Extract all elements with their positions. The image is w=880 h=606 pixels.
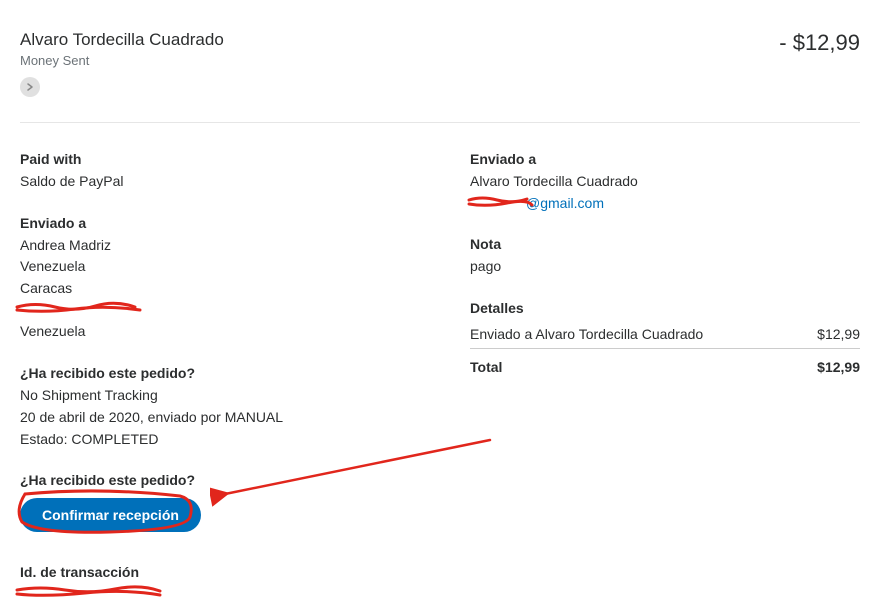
received-question-1: ¿Ha recibido este pedido? — [20, 365, 410, 381]
header-left: Alvaro Tordecilla Cuadrado Money Sent — [20, 30, 224, 97]
total-label: Total — [470, 359, 502, 375]
sent-to-name: Alvaro Tordecilla Cuadrado — [470, 171, 860, 193]
transaction-header: Alvaro Tordecilla Cuadrado Money Sent - … — [20, 30, 860, 123]
sent-to-title: Enviado a — [470, 151, 860, 167]
address-name: Andrea Madriz — [20, 235, 410, 257]
address-city: Caracas — [20, 278, 410, 300]
address-district-line: DISTRITO CAPITAL — [20, 300, 410, 322]
paid-with-section: Paid with Saldo de PayPal — [20, 151, 410, 193]
expand-chevron-icon[interactable] — [20, 77, 40, 97]
details-line-amount: $12,99 — [817, 326, 860, 342]
shipping-address-body: Andrea Madriz Venezuela Caracas DISTRITO… — [20, 235, 410, 343]
note-title: Nota — [470, 236, 860, 252]
transaction-id-title: Id. de transacción — [20, 564, 410, 580]
details-line-text: Enviado a Alvaro Tordecilla Cuadrado — [470, 326, 703, 342]
paid-with-title: Paid with — [20, 151, 410, 167]
transaction-id-section: Id. de transacción 9M17202TC5260080U — [20, 564, 410, 606]
right-column: Enviado a Alvaro Tordecilla Cuadrado xxx… — [470, 151, 860, 606]
details-title: Detalles — [470, 300, 860, 316]
sent-to-email-link[interactable]: @gmail.com — [526, 195, 604, 211]
content-columns: Paid with Saldo de PayPal Enviado a Andr… — [20, 151, 860, 606]
confirm-reception-section: ¿Ha recibido este pedido? Confirmar rece… — [20, 472, 410, 550]
sent-to-body: Alvaro Tordecilla Cuadrado xxxxxxxx@gmai… — [470, 171, 860, 214]
tracking-state: Estado: COMPLETED — [20, 429, 410, 451]
note-value: pago — [470, 256, 860, 278]
total-amount: $12,99 — [817, 359, 860, 375]
received-question-2: ¿Ha recibido este pedido? — [20, 472, 410, 488]
transaction-id-line: 9M17202TC5260080U — [20, 584, 410, 606]
shipment-status-section: ¿Ha recibido este pedido? No Shipment Tr… — [20, 365, 410, 450]
shipment-status-body: No Shipment Tracking 20 de abril de 2020… — [20, 385, 410, 450]
confirm-reception-button[interactable]: Confirmar recepción — [20, 498, 201, 532]
recipient-name: Alvaro Tordecilla Cuadrado — [20, 30, 224, 50]
sent-to-email-line: xxxxxxxx@gmail.com — [470, 193, 860, 215]
details-section: Detalles Enviado a Alvaro Tordecilla Cua… — [470, 300, 860, 381]
total-row: Total $12,99 — [470, 349, 860, 381]
transaction-status: Money Sent — [20, 53, 224, 68]
address-country1: Venezuela — [20, 256, 410, 278]
paid-with-value: Saldo de PayPal — [20, 171, 410, 193]
address-country2: Venezuela — [20, 321, 410, 343]
note-section: Nota pago — [470, 236, 860, 278]
details-row: Enviado a Alvaro Tordecilla Cuadrado $12… — [470, 320, 860, 349]
tracking-date: 20 de abril de 2020, enviado por MANUAL — [20, 407, 410, 429]
shipping-address-title: Enviado a — [20, 215, 410, 231]
sent-to-section: Enviado a Alvaro Tordecilla Cuadrado xxx… — [470, 151, 860, 214]
tracking-none: No Shipment Tracking — [20, 385, 410, 407]
shipping-address-section: Enviado a Andrea Madriz Venezuela Caraca… — [20, 215, 410, 343]
transaction-amount: - $12,99 — [779, 30, 860, 56]
left-column: Paid with Saldo de PayPal Enviado a Andr… — [20, 151, 410, 606]
